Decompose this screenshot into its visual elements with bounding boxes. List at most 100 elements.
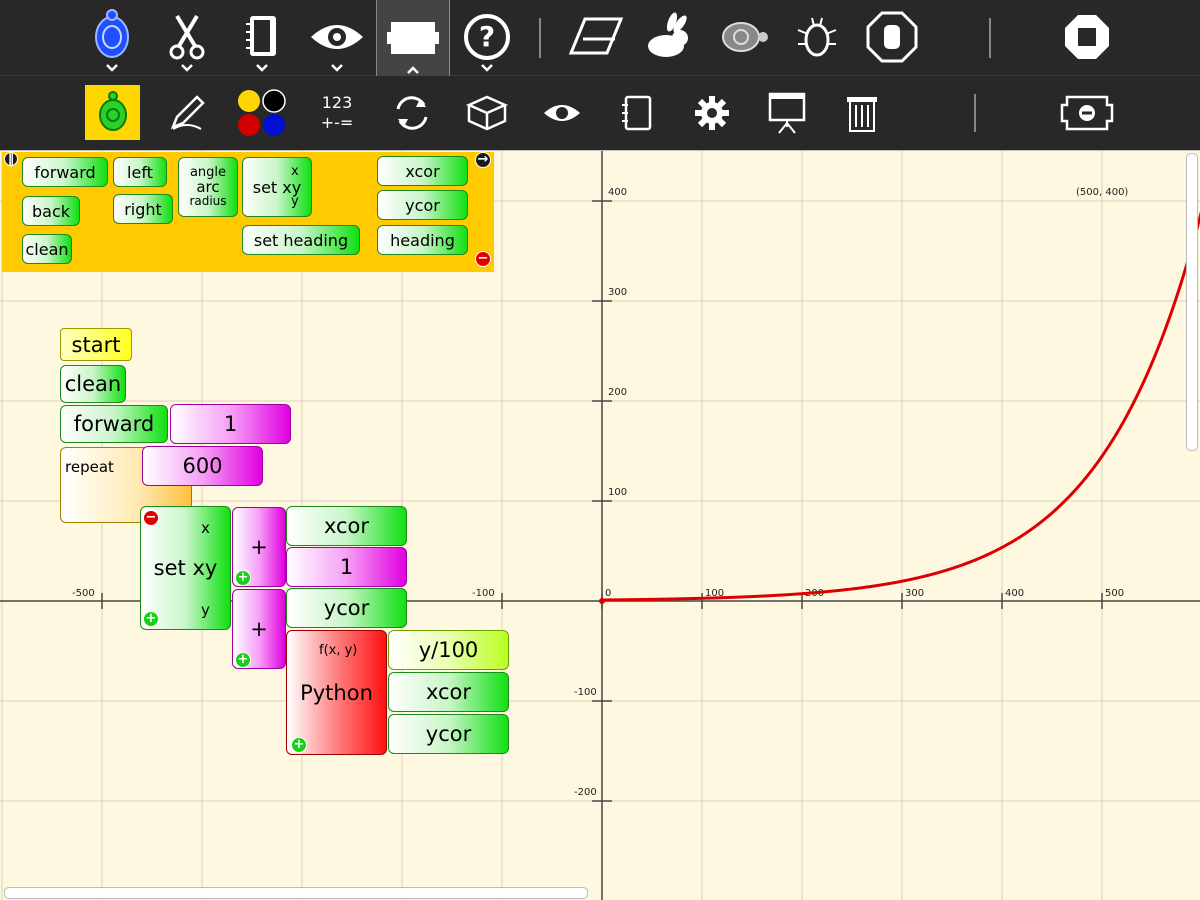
python-fxy-label: f(x, y) [319, 643, 358, 658]
notebook-button[interactable] [227, 0, 297, 74]
blocks-palette-icon [465, 95, 509, 131]
run-fast-button[interactable] [632, 0, 702, 74]
blocks-palette-button[interactable] [452, 76, 522, 150]
setxy-y-label: y [201, 601, 210, 619]
palette-button[interactable] [376, 0, 450, 76]
palette-setxy-block[interactable]: set xy x y [242, 157, 312, 217]
palette-left-block[interactable]: left [113, 157, 167, 187]
block-label: right [124, 199, 162, 219]
y-tick-label: 100 [608, 487, 627, 498]
palette-expand-icon[interactable]: → [475, 152, 491, 168]
help-button[interactable]: ? [452, 0, 522, 74]
corner-label: (500, 400) [1076, 187, 1128, 198]
python-xcor-block[interactable]: xcor [388, 672, 509, 712]
expand-icon[interactable]: + [235, 652, 251, 668]
activity-turtle-icon [95, 9, 129, 58]
expand-icon[interactable]: + [235, 570, 251, 586]
edit-button[interactable] [152, 0, 222, 74]
turtle-palette-icon [98, 90, 127, 131]
arc-label: arc [196, 178, 220, 196]
expand-icon[interactable]: + [291, 737, 307, 753]
view-button[interactable] [302, 0, 372, 74]
sensors-palette-icon [544, 105, 580, 121]
stop-turtle-button[interactable] [857, 0, 927, 74]
block-label: back [31, 201, 71, 221]
setxy-x-label: x [201, 519, 210, 537]
palette-collapse-icon[interactable]: − [475, 251, 491, 267]
setxy-block[interactable]: set xy x y − + [140, 506, 231, 630]
palette-clean-block[interactable]: clean [22, 234, 72, 264]
expand-icon[interactable]: + [143, 611, 159, 627]
chevron-down-icon [256, 64, 268, 72]
vertical-scrollbar[interactable] [1186, 153, 1198, 451]
trash-palette-button[interactable] [827, 76, 897, 150]
palette-xcor-block[interactable]: xcor [377, 156, 468, 186]
block-value: y/100 [418, 638, 479, 662]
pen-palette-button[interactable] [152, 76, 222, 150]
hide-palette-button[interactable] [1052, 76, 1122, 150]
svg-text:?: ? [479, 20, 495, 53]
ycor-block[interactable]: ycor [286, 588, 407, 628]
flow-palette-button[interactable] [377, 76, 447, 150]
palette-arc-block[interactable]: angle arc radius [178, 157, 238, 217]
toolbar-separator [974, 94, 976, 132]
one-value-block[interactable]: 1 [286, 547, 407, 587]
x-tick-label: -500 [72, 588, 95, 599]
pen-palette-icon [170, 95, 205, 130]
plus-x-block[interactable]: + + [232, 507, 286, 587]
palette-back-block[interactable]: back [22, 196, 80, 226]
palette-heading-block[interactable]: heading [377, 225, 468, 255]
extras-palette-button[interactable] [677, 76, 747, 150]
portfolio-palette-button[interactable] [752, 76, 822, 150]
block-label: clean [25, 239, 69, 259]
clean-button[interactable] [560, 0, 630, 74]
stop-activity-button[interactable] [1052, 0, 1122, 74]
y-tick-label: 200 [608, 387, 627, 398]
debug-button[interactable] [782, 0, 852, 74]
palette-right-block[interactable]: right [113, 194, 173, 224]
setxy-y-label: y [291, 194, 299, 209]
rabbit-fast-icon [648, 12, 688, 57]
y-tick-label: -100 [574, 687, 597, 698]
palette-forward-block[interactable]: forward [22, 157, 108, 187]
block-label: xcor [323, 514, 370, 538]
portfolio-palette-icon [768, 92, 806, 134]
y-tick-label: -200 [574, 787, 597, 798]
python-ycor-block[interactable]: ycor [388, 714, 509, 754]
x-tick-label: 400 [1005, 588, 1024, 599]
repeat-value-block[interactable]: 600 [142, 446, 263, 486]
xcor-block[interactable]: xcor [286, 506, 407, 546]
hide-palette-icon [1060, 95, 1114, 131]
colors-palette-icon [238, 89, 286, 136]
activity-button[interactable] [77, 0, 147, 74]
y-tick-label: 300 [608, 287, 627, 298]
block-label: xcor [405, 161, 440, 181]
numbers-label-bottom: +-= [320, 113, 354, 132]
help-icon: ? [464, 14, 510, 60]
chevron-down-icon [181, 64, 193, 72]
plus-y-block[interactable]: + + [232, 589, 286, 669]
turtle-slow-icon [722, 22, 768, 52]
trash-palette-icon [847, 97, 877, 132]
forward-value-block[interactable]: 1 [170, 404, 291, 444]
turtle-palette-button[interactable] [85, 85, 140, 140]
python-block[interactable]: Python f(x, y) + [286, 630, 387, 755]
palette-pause-icon[interactable]: ‖ [4, 152, 18, 167]
clean-block[interactable]: clean [60, 365, 126, 403]
sensors-palette-button[interactable] [527, 76, 597, 150]
run-slow-button[interactable] [709, 0, 779, 74]
palette-ycor-block[interactable]: ycor [377, 190, 468, 220]
collapse-icon[interactable]: − [143, 510, 159, 526]
chevron-down-icon [106, 64, 118, 72]
numbers-label-top: 123 [321, 93, 353, 112]
palette-setheading-block[interactable]: set heading [242, 225, 360, 255]
y-tick-label: 400 [608, 187, 627, 198]
chevron-up-icon [407, 66, 419, 74]
start-block[interactable]: start [60, 328, 132, 361]
colors-palette-button[interactable] [227, 76, 297, 150]
media-palette-button[interactable] [602, 76, 672, 150]
horizontal-scrollbar[interactable] [4, 887, 588, 899]
python-expression-block[interactable]: y/100 [388, 630, 509, 670]
forward-block[interactable]: forward [60, 405, 168, 443]
numbers-palette[interactable]: 123 +-= [302, 76, 372, 150]
